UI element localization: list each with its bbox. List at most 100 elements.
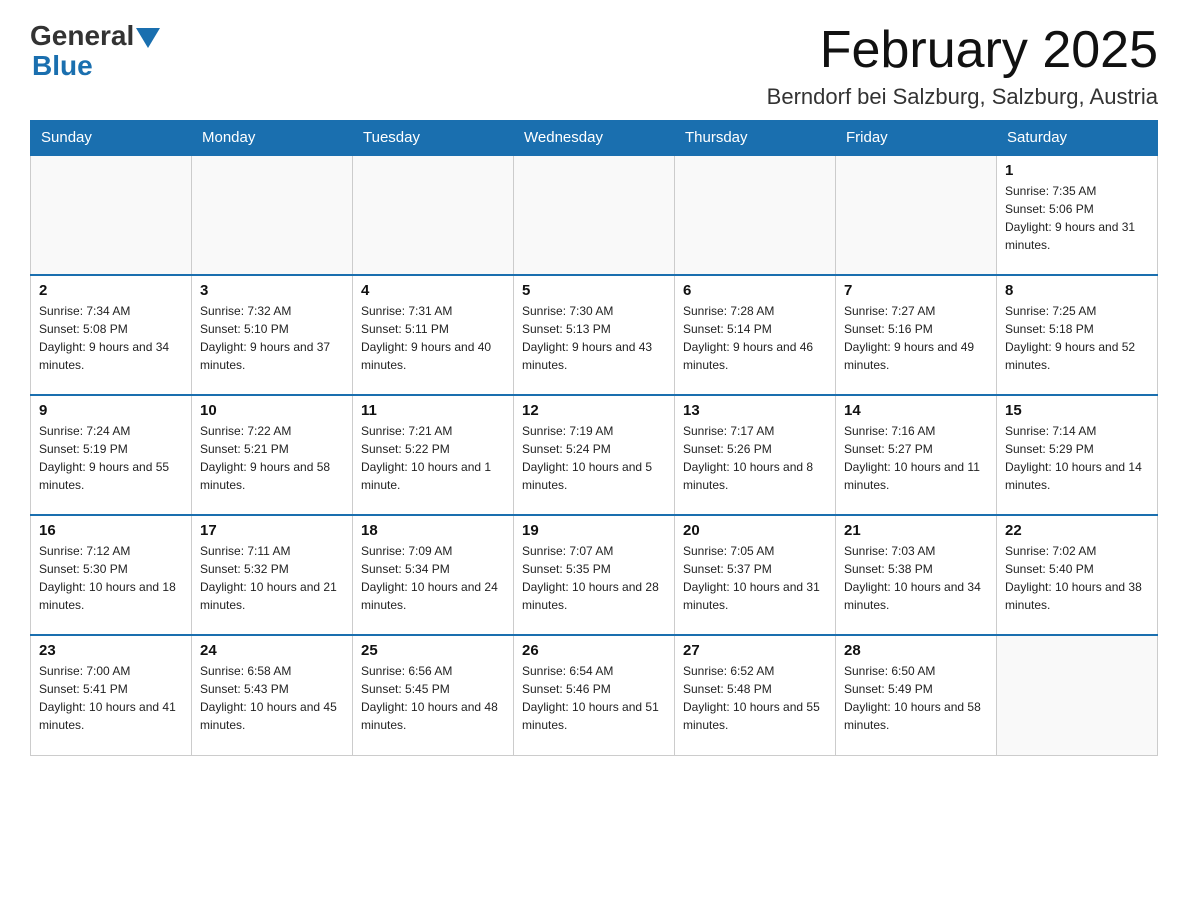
day-number: 2 — [39, 282, 183, 299]
day-number: 17 — [200, 522, 344, 539]
day-info: Sunrise: 7:03 AMSunset: 5:38 PMDaylight:… — [844, 542, 988, 614]
day-number: 5 — [522, 282, 666, 299]
calendar-cell: 14 Sunrise: 7:16 AMSunset: 5:27 PMDayligh… — [836, 395, 997, 515]
day-number: 27 — [683, 642, 827, 659]
day-number: 11 — [361, 402, 505, 419]
day-info: Sunrise: 7:19 AMSunset: 5:24 PMDaylight:… — [522, 422, 666, 494]
calendar-cell: 10 Sunrise: 7:22 AMSunset: 5:21 PMDayligh… — [192, 395, 353, 515]
day-number: 4 — [361, 282, 505, 299]
day-info: Sunrise: 7:12 AMSunset: 5:30 PMDaylight:… — [39, 542, 183, 614]
day-number: 26 — [522, 642, 666, 659]
calendar-cell: 21 Sunrise: 7:03 AMSunset: 5:38 PMDayligh… — [836, 515, 997, 635]
calendar-cell: 8Sunrise: 7:25 AMSunset: 5:18 PMDaylight… — [997, 275, 1158, 395]
week-row-1: 1 Sunrise: 7:35 AMSunset: 5:06 PMDaylight… — [31, 155, 1158, 275]
week-row-3: 9 Sunrise: 7:24 AMSunset: 5:19 PMDaylight… — [31, 395, 1158, 515]
calendar-cell: 2 Sunrise: 7:34 AMSunset: 5:08 PMDaylight… — [31, 275, 192, 395]
day-info: Sunrise: 7:31 AMSunset: 5:11 PMDaylight:… — [361, 302, 505, 374]
day-number: 18 — [361, 522, 505, 539]
calendar-cell: 16 Sunrise: 7:12 AMSunset: 5:30 PMDayligh… — [31, 515, 192, 635]
page-header: General Blue February 2025 Berndorf bei … — [30, 20, 1158, 110]
calendar-cell: 11 Sunrise: 7:21 AMSunset: 5:22 PMDayligh… — [353, 395, 514, 515]
calendar-cell: 27 Sunrise: 6:52 AMSunset: 5:48 PMDayligh… — [675, 635, 836, 755]
day-info: Sunrise: 7:32 AMSunset: 5:10 PMDaylight:… — [200, 302, 344, 374]
calendar-cell — [836, 155, 997, 275]
calendar-cell: 12 Sunrise: 7:19 AMSunset: 5:24 PMDayligh… — [514, 395, 675, 515]
day-info: Sunrise: 7:30 AMSunset: 5:13 PMDaylight:… — [522, 302, 666, 374]
calendar-cell — [31, 155, 192, 275]
calendar-cell — [997, 635, 1158, 755]
day-number: 7 — [844, 282, 988, 299]
calendar-cell — [192, 155, 353, 275]
week-row-5: 23Sunrise: 7:00 AMSunset: 5:41 PMDayligh… — [31, 635, 1158, 755]
calendar-cell: 9 Sunrise: 7:24 AMSunset: 5:19 PMDaylight… — [31, 395, 192, 515]
day-info: Sunrise: 7:02 AMSunset: 5:40 PMDaylight:… — [1005, 542, 1149, 614]
calendar-cell: 28 Sunrise: 6:50 AMSunset: 5:49 PMDayligh… — [836, 635, 997, 755]
day-number: 6 — [683, 282, 827, 299]
day-info: Sunrise: 7:27 AMSunset: 5:16 PMDaylight:… — [844, 302, 988, 374]
day-number: 22 — [1005, 522, 1149, 539]
day-number: 12 — [522, 402, 666, 419]
calendar-cell — [353, 155, 514, 275]
day-info: Sunrise: 7:35 AMSunset: 5:06 PMDaylight:… — [1005, 182, 1149, 254]
day-info: Sunrise: 7:16 AMSunset: 5:27 PMDaylight:… — [844, 422, 988, 494]
weekday-header-tuesday: Tuesday — [353, 121, 514, 156]
day-info: Sunrise: 7:24 AMSunset: 5:19 PMDaylight:… — [39, 422, 183, 494]
calendar-table: SundayMondayTuesdayWednesdayThursdayFrid… — [30, 120, 1158, 756]
day-info: Sunrise: 7:05 AMSunset: 5:37 PMDaylight:… — [683, 542, 827, 614]
calendar-cell: 17 Sunrise: 7:11 AMSunset: 5:32 PMDayligh… — [192, 515, 353, 635]
day-number: 1 — [1005, 162, 1149, 179]
day-info: Sunrise: 6:50 AMSunset: 5:49 PMDaylight:… — [844, 662, 988, 734]
day-number: 21 — [844, 522, 988, 539]
weekday-header-thursday: Thursday — [675, 121, 836, 156]
day-number: 16 — [39, 522, 183, 539]
calendar-cell: 20Sunrise: 7:05 AMSunset: 5:37 PMDayligh… — [675, 515, 836, 635]
week-row-4: 16 Sunrise: 7:12 AMSunset: 5:30 PMDayligh… — [31, 515, 1158, 635]
calendar-cell — [514, 155, 675, 275]
calendar-cell: 3 Sunrise: 7:32 AMSunset: 5:10 PMDaylight… — [192, 275, 353, 395]
title-section: February 2025 Berndorf bei Salzburg, Sal… — [767, 20, 1158, 110]
calendar-cell: 6Sunrise: 7:28 AMSunset: 5:14 PMDaylight… — [675, 275, 836, 395]
calendar-cell: 25 Sunrise: 6:56 AMSunset: 5:45 PMDayligh… — [353, 635, 514, 755]
day-info: Sunrise: 6:52 AMSunset: 5:48 PMDaylight:… — [683, 662, 827, 734]
month-title: February 2025 — [767, 20, 1158, 80]
day-number: 9 — [39, 402, 183, 419]
day-info: Sunrise: 6:56 AMSunset: 5:45 PMDaylight:… — [361, 662, 505, 734]
day-info: Sunrise: 7:34 AMSunset: 5:08 PMDaylight:… — [39, 302, 183, 374]
day-number: 15 — [1005, 402, 1149, 419]
calendar-cell: 5 Sunrise: 7:30 AMSunset: 5:13 PMDaylight… — [514, 275, 675, 395]
day-info: Sunrise: 6:54 AMSunset: 5:46 PMDaylight:… — [522, 662, 666, 734]
day-number: 24 — [200, 642, 344, 659]
weekday-header-row: SundayMondayTuesdayWednesdayThursdayFrid… — [31, 121, 1158, 156]
day-info: Sunrise: 7:00 AMSunset: 5:41 PMDaylight:… — [39, 662, 183, 734]
calendar-cell: 26 Sunrise: 6:54 AMSunset: 5:46 PMDayligh… — [514, 635, 675, 755]
calendar-cell: 24Sunrise: 6:58 AMSunset: 5:43 PMDayligh… — [192, 635, 353, 755]
calendar-cell: 22 Sunrise: 7:02 AMSunset: 5:40 PMDayligh… — [997, 515, 1158, 635]
day-info: Sunrise: 7:07 AMSunset: 5:35 PMDaylight:… — [522, 542, 666, 614]
calendar-cell — [675, 155, 836, 275]
calendar-cell: 1 Sunrise: 7:35 AMSunset: 5:06 PMDaylight… — [997, 155, 1158, 275]
weekday-header-wednesday: Wednesday — [514, 121, 675, 156]
day-number: 25 — [361, 642, 505, 659]
day-number: 8 — [1005, 282, 1149, 299]
logo: General Blue — [30, 20, 160, 82]
day-number: 13 — [683, 402, 827, 419]
calendar-cell: 13Sunrise: 7:17 AMSunset: 5:26 PMDayligh… — [675, 395, 836, 515]
weekday-header-sunday: Sunday — [31, 121, 192, 156]
day-info: Sunrise: 7:21 AMSunset: 5:22 PMDaylight:… — [361, 422, 505, 494]
logo-general-text: General — [30, 20, 134, 52]
day-number: 28 — [844, 642, 988, 659]
calendar-cell: 15Sunrise: 7:14 AMSunset: 5:29 PMDayligh… — [997, 395, 1158, 515]
calendar-cell: 18 Sunrise: 7:09 AMSunset: 5:34 PMDayligh… — [353, 515, 514, 635]
day-info: Sunrise: 7:22 AMSunset: 5:21 PMDaylight:… — [200, 422, 344, 494]
weekday-header-saturday: Saturday — [997, 121, 1158, 156]
weekday-header-monday: Monday — [192, 121, 353, 156]
calendar-cell: 19 Sunrise: 7:07 AMSunset: 5:35 PMDayligh… — [514, 515, 675, 635]
weekday-header-friday: Friday — [836, 121, 997, 156]
day-number: 14 — [844, 402, 988, 419]
day-number: 19 — [522, 522, 666, 539]
day-info: Sunrise: 7:11 AMSunset: 5:32 PMDaylight:… — [200, 542, 344, 614]
day-number: 3 — [200, 282, 344, 299]
logo-blue-text: Blue — [32, 50, 93, 82]
day-number: 10 — [200, 402, 344, 419]
day-info: Sunrise: 7:09 AMSunset: 5:34 PMDaylight:… — [361, 542, 505, 614]
